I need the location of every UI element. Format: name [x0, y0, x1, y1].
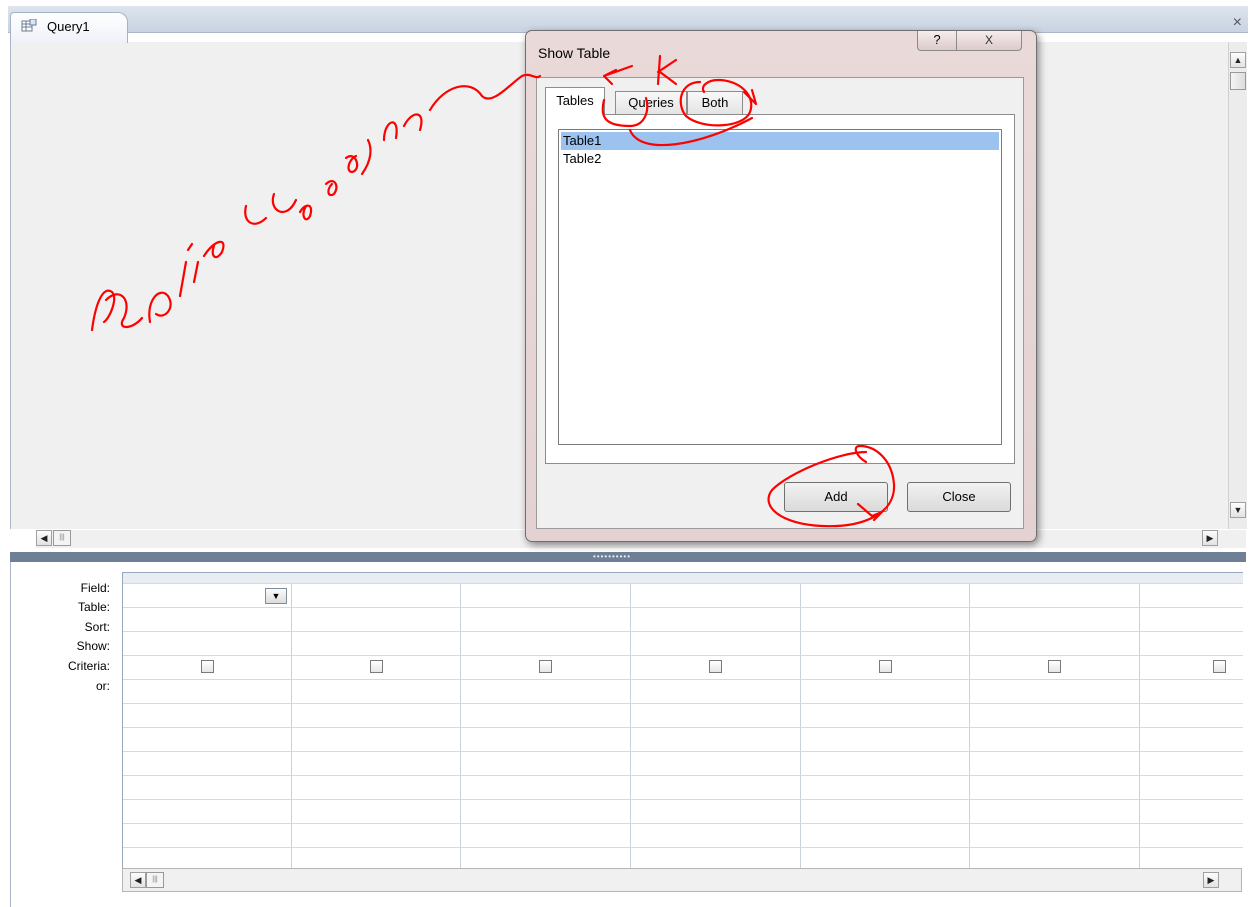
row-label-field: Field: — [80, 581, 110, 595]
horizontal-scroll-thumb[interactable]: ||| — [146, 872, 164, 888]
grid-row-line — [123, 679, 1243, 680]
qbe-grid[interactable]: ▼ — [122, 572, 1243, 868]
grid-row-line — [123, 607, 1243, 608]
query-icon — [21, 18, 37, 33]
query1-document-tab[interactable]: Query1 — [10, 12, 128, 43]
show-checkbox[interactable] — [709, 660, 722, 673]
show-checkbox[interactable] — [539, 660, 552, 673]
scroll-right-icon[interactable]: ▶ — [1203, 872, 1219, 888]
dialog-body: Tables Queries Both Table1 Table2 Add Cl… — [536, 77, 1024, 529]
add-button[interactable]: Add — [784, 482, 888, 512]
design-vertical-scrollbar[interactable]: ▲ ▼ — [1228, 42, 1247, 529]
grid-row-line — [123, 583, 1243, 584]
grid-row-line — [123, 631, 1243, 632]
scroll-left-icon[interactable]: ◀ — [36, 530, 52, 546]
horizontal-scroll-thumb[interactable]: ||| — [53, 530, 71, 546]
row-label-or: or: — [95, 679, 110, 693]
tab-tables[interactable]: Tables — [545, 87, 605, 115]
scroll-down-icon[interactable]: ▼ — [1230, 502, 1246, 518]
close-button[interactable]: Close — [907, 482, 1011, 512]
show-checkbox[interactable] — [370, 660, 383, 673]
table-list[interactable]: Table1 Table2 — [558, 129, 1002, 445]
vertical-scroll-thumb[interactable] — [1230, 72, 1246, 90]
grid-row-line — [123, 823, 1243, 824]
field-dropdown-icon[interactable]: ▼ — [265, 588, 287, 604]
tab-both[interactable]: Both — [687, 91, 743, 115]
grid-row-line — [123, 847, 1243, 848]
show-checkbox[interactable] — [1213, 660, 1226, 673]
tables-tab-panel: Table1 Table2 — [545, 114, 1015, 464]
grid-row-line — [123, 799, 1243, 800]
grid-horizontal-scrollbar[interactable]: ◀ ||| ▶ — [122, 868, 1242, 892]
show-checkbox[interactable] — [1048, 660, 1061, 673]
tab-queries[interactable]: Queries — [615, 91, 687, 115]
row-label-criteria: Criteria: — [67, 659, 110, 673]
dialog-close-icon[interactable]: X — [956, 31, 1022, 51]
row-label-table: Table: — [77, 600, 110, 614]
scroll-left-icon[interactable]: ◀ — [130, 872, 146, 888]
row-label-show: Show: — [76, 639, 110, 653]
query-tab-label: Query1 — [47, 19, 90, 34]
scroll-right-icon[interactable]: ▶ — [1202, 530, 1218, 546]
document-tab-strip — [8, 6, 1248, 33]
pane-splitter[interactable]: •••••••••• — [10, 552, 1246, 562]
show-table-dialog: Show Table ? X Tables Queries Both Table… — [525, 30, 1037, 542]
grid-row-line — [123, 727, 1243, 728]
list-item-table2[interactable]: Table2 — [561, 150, 999, 168]
help-icon[interactable]: ? — [917, 31, 957, 51]
show-checkbox[interactable] — [201, 660, 214, 673]
show-checkbox[interactable] — [879, 660, 892, 673]
close-query-window-icon[interactable]: × — [1233, 14, 1242, 32]
grid-row-line — [123, 655, 1243, 656]
grid-row-line — [123, 775, 1243, 776]
dialog-title: Show Table — [538, 45, 611, 61]
list-item-table1[interactable]: Table1 — [561, 132, 999, 150]
grid-row-line — [123, 751, 1243, 752]
grid-row-line — [123, 703, 1243, 704]
splitter-grip-icon: •••••••••• — [593, 552, 632, 561]
scroll-up-icon[interactable]: ▲ — [1230, 52, 1246, 68]
row-label-sort: Sort: — [84, 620, 110, 634]
